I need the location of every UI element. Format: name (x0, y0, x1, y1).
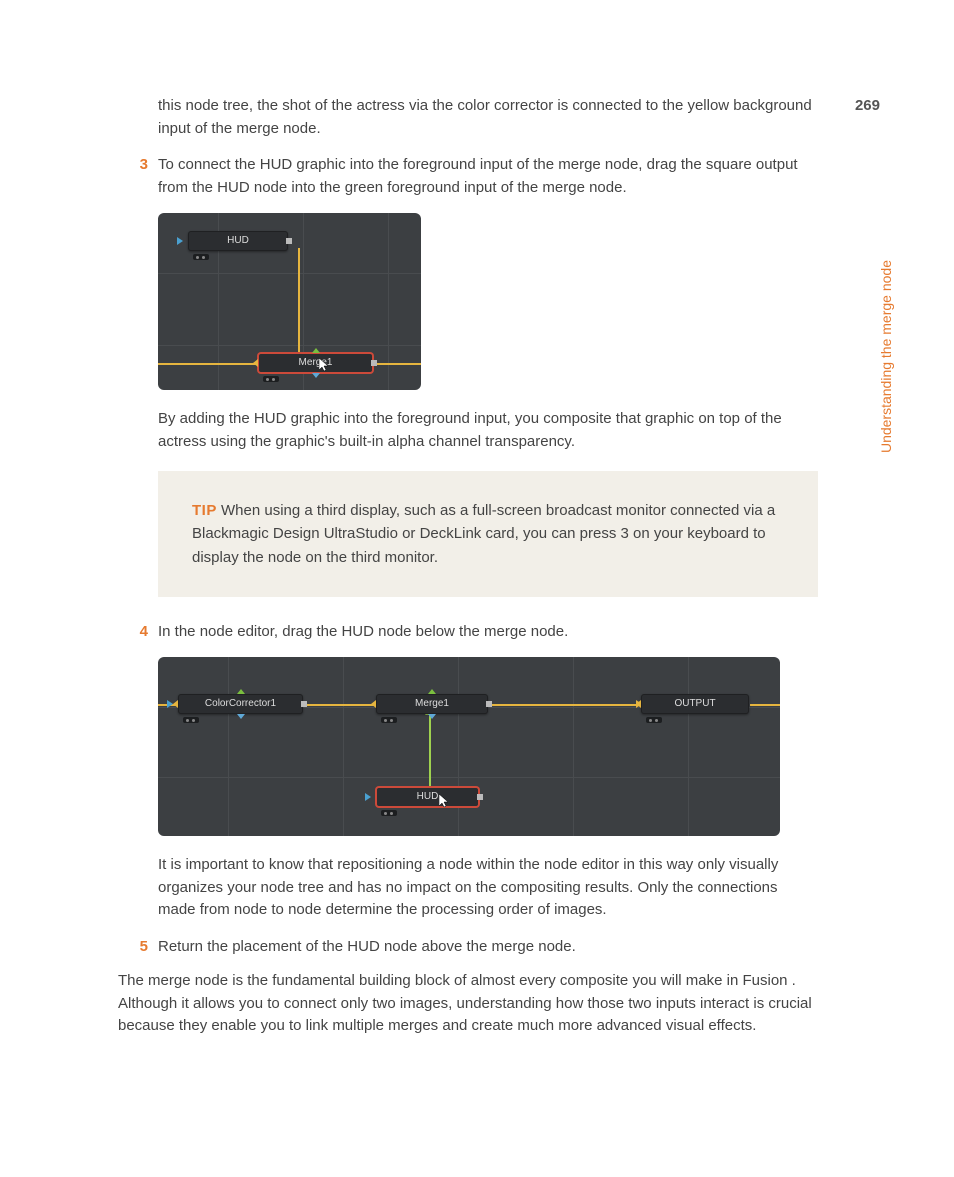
cursor-icon (439, 794, 449, 808)
output-square-icon (301, 701, 307, 707)
node-label: Merge1 (415, 698, 449, 709)
node-label: HUD (227, 235, 249, 246)
input-bot-icon (237, 714, 245, 719)
step-4: 4 In the node editor, drag the HUD node … (118, 621, 818, 922)
intro-paragraph: this node tree, the shot of the actress … (158, 95, 818, 140)
tip-callout: TIP When using a third display, such as … (158, 471, 818, 597)
node-dots-icon (263, 376, 279, 382)
tip-text: When using a third display, such as a fu… (192, 502, 775, 566)
node-label: OUTPUT (674, 698, 715, 709)
input-mask-icon (312, 373, 320, 378)
closing-paragraph: The merge node is the fundamental buildi… (118, 970, 818, 1038)
step-number: 4 (118, 621, 148, 644)
connection-output (373, 363, 421, 365)
step-number: 5 (118, 936, 148, 959)
connection-out-right (750, 704, 780, 706)
node-dots-icon (646, 717, 662, 723)
play-indicator-icon (177, 237, 183, 245)
connection-cc-merge (303, 704, 378, 706)
node-dots-icon (381, 810, 397, 816)
connection-merge-out (488, 704, 638, 706)
node-dots-icon (183, 717, 199, 723)
node-dots-icon (193, 254, 209, 260)
output-square-icon (286, 238, 292, 244)
step-5: 5 Return the placement of the HUD node a… (118, 936, 818, 959)
tip-label: TIP (192, 502, 217, 519)
step-4-after: It is important to know that repositioni… (158, 854, 818, 922)
section-title-side: Understanding the merge node (876, 260, 897, 453)
input-icon (173, 700, 178, 708)
step-number: 3 (118, 154, 148, 177)
page-number: 269 (855, 95, 880, 118)
input-background-icon (253, 359, 258, 367)
output-square-icon (486, 701, 492, 707)
node-editor-figure-1: HUD Merge1 (158, 213, 421, 390)
node-label: ColorCorrector1 (205, 698, 276, 709)
page-content: this node tree, the shot of the actress … (118, 95, 818, 1052)
input-background-icon (371, 700, 376, 708)
node-output: OUTPUT (641, 694, 749, 714)
step-3-after: By adding the HUD graphic into the foreg… (158, 408, 818, 453)
node-hud: HUD (188, 231, 288, 251)
node-editor-figure-2: ColorCorrector1 Merge1 OUTPUT HU (158, 657, 780, 836)
connection-hud-merge (429, 712, 431, 787)
node-colorcorrector1: ColorCorrector1 (178, 694, 303, 714)
play-indicator-icon (365, 793, 371, 801)
input-icon (636, 700, 641, 708)
node-label: HUD (417, 791, 439, 802)
input-mask-icon (428, 714, 436, 719)
output-square-icon (371, 360, 377, 366)
input-foreground-icon (312, 348, 320, 353)
step-3: 3 To connect the HUD graphic into the fo… (118, 154, 818, 453)
output-square-icon (477, 794, 483, 800)
step-5-text: Return the placement of the HUD node abo… (158, 936, 818, 959)
node-dots-icon (381, 717, 397, 723)
node-merge1: Merge1 (258, 353, 373, 373)
step-4-text: In the node editor, drag the HUD node be… (158, 621, 818, 644)
input-top-icon (237, 689, 245, 694)
connection-foreground (298, 248, 300, 358)
node-merge1: Merge1 (376, 694, 488, 714)
input-foreground-icon (428, 689, 436, 694)
connection-background (158, 363, 258, 365)
step-3-text: To connect the HUD graphic into the fore… (158, 154, 818, 199)
cursor-icon (319, 358, 329, 372)
node-hud: HUD (376, 787, 479, 807)
